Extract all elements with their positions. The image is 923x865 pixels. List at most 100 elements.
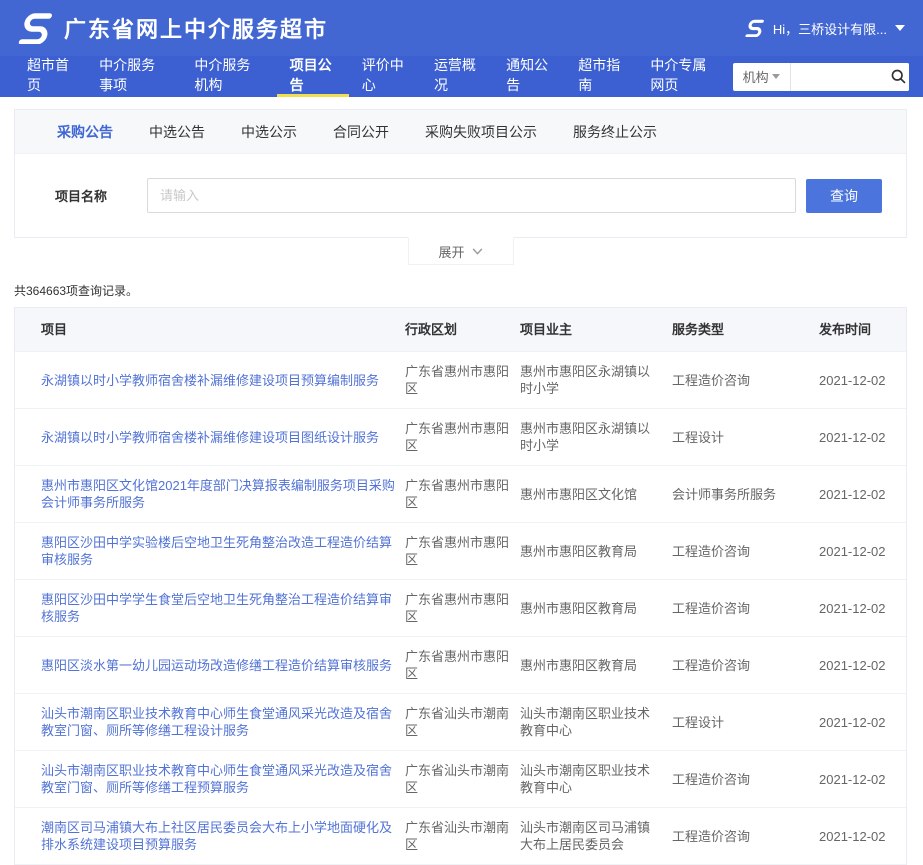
- tab-failed-procurement[interactable]: 采购失败项目公示: [407, 122, 555, 142]
- table-row: 惠州市惠阳区文化馆2021年度部门决算报表编制服务项目采购会计师事务所服务 广东…: [15, 466, 906, 523]
- result-count: 共364663项查询记录。: [14, 282, 909, 299]
- search-category-value: 机构: [743, 67, 769, 86]
- search-icon: [890, 68, 907, 85]
- query-button[interactable]: 查询: [806, 179, 882, 213]
- table-row: 惠阳区淡水第一幼儿园运动场改造修缮工程造价结算审核服务 广东省惠州市惠阳区 惠州…: [15, 637, 906, 694]
- project-link[interactable]: 汕头市潮南区职业技术教育中心师生食堂通风采光改造及宿舍教室门窗、厕所等修缮工程预…: [41, 751, 405, 807]
- global-search-input[interactable]: [791, 63, 887, 91]
- nav-item-service-items[interactable]: 中介服务事项: [86, 56, 181, 97]
- table-row: 潮南区司马浦镇大布上社区居民委员会大布上小学地面硬化及排水系统建设项目预算服务 …: [15, 808, 906, 865]
- project-name-label: 项目名称: [55, 186, 147, 205]
- announcement-panel: 采购公告 中选公告 中选公示 合同公开 采购失败项目公示 服务终止公示 项目名称…: [14, 109, 907, 238]
- project-link[interactable]: 惠阳区淡水第一幼儿园运动场改造修缮工程造价结算审核服务: [41, 646, 405, 685]
- type-cell: 工程造价咨询: [672, 646, 819, 685]
- region-cell: 广东省惠州市惠阳区: [405, 466, 520, 522]
- type-cell: 工程造价咨询: [672, 532, 819, 571]
- tab-contract-disclosure[interactable]: 合同公开: [315, 122, 407, 142]
- search-category-select[interactable]: 机构: [733, 63, 791, 91]
- table-row: 汕头市潮南区职业技术教育中心师生食堂通风采光改造及宿舍教室门窗、厕所等修缮工程设…: [15, 694, 906, 751]
- nav-item-project-announcements[interactable]: 项目公告: [277, 56, 349, 97]
- table-row: 永湖镇以时小学教师宿舍楼补漏维修建设项目预算编制服务 广东省惠州市惠阳区 惠州市…: [15, 352, 906, 409]
- select-caret-icon: [772, 74, 780, 79]
- project-link[interactable]: 潮南区司马浦镇大布上社区居民委员会大布上小学地面硬化及排水系统建设项目预算服务: [41, 808, 405, 864]
- type-cell: 会计师事务所服务: [672, 475, 819, 514]
- date-cell: 2021-12-02: [819, 361, 906, 400]
- main-navigation: 超市首页 中介服务事项 中介服务机构 项目公告 评价中心 运营概况 通知公告 超…: [0, 56, 923, 97]
- nav-item-agencies[interactable]: 中介服务机构: [181, 56, 276, 97]
- announcement-tabs: 采购公告 中选公告 中选公示 合同公开 采购失败项目公示 服务终止公示: [15, 110, 906, 154]
- project-link[interactable]: 惠阳区沙田中学学生食堂后空地卫生死角整治工程造价结算审核服务: [41, 580, 405, 636]
- user-logo-icon: [745, 19, 765, 37]
- col-header-type: 服务类型: [672, 308, 819, 351]
- project-name-input[interactable]: [147, 178, 796, 213]
- date-cell: 2021-12-02: [819, 589, 906, 628]
- date-cell: 2021-12-02: [819, 703, 906, 742]
- owner-cell: 惠州市惠阳区教育局: [520, 532, 672, 571]
- type-cell: 工程设计: [672, 703, 819, 742]
- date-cell: 2021-12-02: [819, 760, 906, 799]
- date-cell: 2021-12-02: [819, 532, 906, 571]
- search-form: 项目名称 查询: [15, 154, 906, 237]
- project-link[interactable]: 永湖镇以时小学教师宿舍楼补漏维修建设项目预算编制服务: [41, 361, 405, 400]
- type-cell: 工程造价咨询: [672, 589, 819, 628]
- col-header-date: 发布时间: [819, 308, 906, 351]
- owner-cell: 汕头市潮南区职业技术教育中心: [520, 751, 672, 807]
- tab-procurement-announcement[interactable]: 采购公告: [39, 122, 131, 142]
- brand-logo-icon: [18, 12, 54, 44]
- global-search: 机构: [733, 63, 909, 91]
- col-header-project: 项目: [41, 308, 405, 351]
- table-row: 汕头市潮南区职业技术教育中心师生食堂通风采光改造及宿舍教室门窗、厕所等修缮工程预…: [15, 751, 906, 808]
- tab-selection-publicity[interactable]: 中选公示: [223, 122, 315, 142]
- type-cell: 工程造价咨询: [672, 760, 819, 799]
- region-cell: 广东省惠州市惠阳区: [405, 523, 520, 579]
- table-row: 惠阳区沙田中学学生食堂后空地卫生死角整治工程造价结算审核服务 广东省惠州市惠阳区…: [15, 580, 906, 637]
- date-cell: 2021-12-02: [819, 817, 906, 856]
- col-header-owner: 项目业主: [520, 308, 672, 351]
- user-menu[interactable]: Hi，三桥设计有限...: [745, 19, 905, 38]
- nav-item-evaluation-center[interactable]: 评价中心: [349, 56, 421, 97]
- caret-down-icon: [895, 25, 905, 31]
- date-cell: 2021-12-02: [819, 475, 906, 514]
- nav-item-guide[interactable]: 超市指南: [565, 56, 637, 97]
- nav-item-agency-pages[interactable]: 中介专属网页: [637, 56, 732, 97]
- global-search-button[interactable]: [887, 63, 909, 91]
- owner-cell: 惠州市惠阳区永湖镇以时小学: [520, 409, 672, 465]
- results-table: 项目 行政区划 项目业主 服务类型 发布时间 永湖镇以时小学教师宿舍楼补漏维修建…: [14, 307, 907, 865]
- region-cell: 广东省惠州市惠阳区: [405, 580, 520, 636]
- project-link[interactable]: 惠阳区沙田中学实验楼后空地卫生死角整治改造工程造价结算审核服务: [41, 523, 405, 579]
- col-header-region: 行政区划: [405, 308, 520, 351]
- top-header: 广东省网上中介服务超市 Hi，三桥设计有限...: [0, 0, 923, 56]
- tab-selection-announcement[interactable]: 中选公告: [131, 122, 223, 142]
- project-link[interactable]: 惠州市惠阳区文化馆2021年度部门决算报表编制服务项目采购会计师事务所服务: [41, 466, 405, 522]
- owner-cell: 汕头市潮南区司马浦镇大布上居民委员会: [520, 808, 672, 864]
- nav-item-operations-overview[interactable]: 运营概况: [421, 56, 493, 97]
- site-title: 广东省网上中介服务超市: [64, 12, 328, 44]
- type-cell: 工程设计: [672, 418, 819, 457]
- region-cell: 广东省汕头市潮南区: [405, 751, 520, 807]
- project-link[interactable]: 汕头市潮南区职业技术教育中心师生食堂通风采光改造及宿舍教室门窗、厕所等修缮工程设…: [41, 694, 405, 750]
- date-cell: 2021-12-02: [819, 418, 906, 457]
- table-row: 永湖镇以时小学教师宿舍楼补漏维修建设项目图纸设计服务 广东省惠州市惠阳区 惠州市…: [15, 409, 906, 466]
- table-row: 惠阳区沙田中学实验楼后空地卫生死角整治改造工程造价结算审核服务 广东省惠州市惠阳…: [15, 523, 906, 580]
- expand-label: 展开: [438, 242, 464, 261]
- region-cell: 广东省惠州市惠阳区: [405, 352, 520, 408]
- type-cell: 工程造价咨询: [672, 817, 819, 856]
- nav-item-home[interactable]: 超市首页: [14, 56, 86, 97]
- region-cell: 广东省汕头市潮南区: [405, 694, 520, 750]
- type-cell: 工程造价咨询: [672, 361, 819, 400]
- region-cell: 广东省惠州市惠阳区: [405, 637, 520, 693]
- expand-toggle[interactable]: 展开: [408, 237, 514, 265]
- region-cell: 广东省惠州市惠阳区: [405, 409, 520, 465]
- owner-cell: 惠州市惠阳区教育局: [520, 589, 672, 628]
- user-greeting: Hi，三桥设计有限...: [773, 19, 887, 38]
- project-link[interactable]: 永湖镇以时小学教师宿舍楼补漏维修建设项目图纸设计服务: [41, 418, 405, 457]
- table-header-row: 项目 行政区划 项目业主 服务类型 发布时间: [15, 308, 906, 352]
- owner-cell: 汕头市潮南区职业技术教育中心: [520, 694, 672, 750]
- owner-cell: 惠州市惠阳区永湖镇以时小学: [520, 352, 672, 408]
- tab-service-termination[interactable]: 服务终止公示: [555, 122, 675, 142]
- owner-cell: 惠州市惠阳区文化馆: [520, 475, 672, 514]
- chevron-down-icon: [472, 248, 483, 255]
- region-cell: 广东省汕头市潮南区: [405, 808, 520, 864]
- nav-item-notices[interactable]: 通知公告: [493, 56, 565, 97]
- owner-cell: 惠州市惠阳区教育局: [520, 646, 672, 685]
